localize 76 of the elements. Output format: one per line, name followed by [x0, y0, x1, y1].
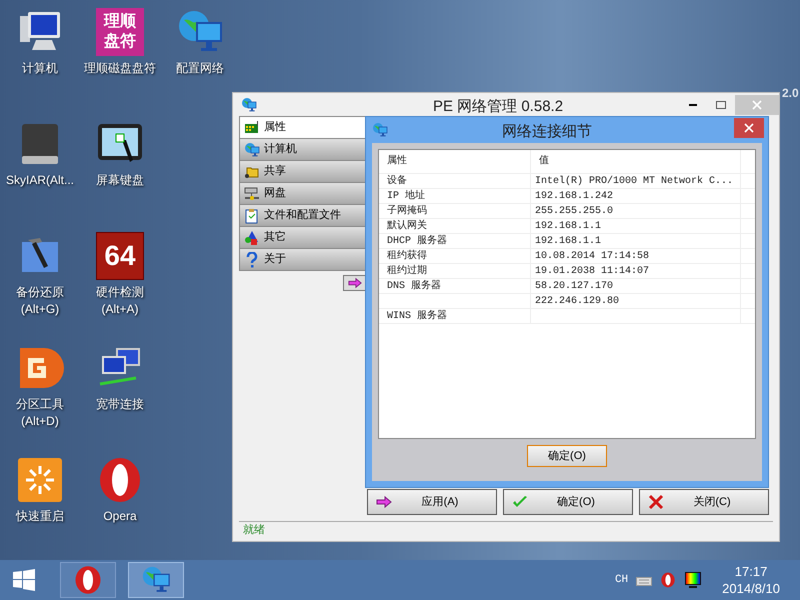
window-title: PE 网络管理 0.58.2 — [433, 97, 564, 117]
shapes-icon — [244, 230, 260, 246]
wallpaper-text: 2.0 — [782, 86, 799, 100]
nav-item[interactable]: 文件和配置文件 — [239, 204, 367, 227]
app-logo: 理顺 盘符 — [96, 8, 144, 56]
table-cell-text: 10.08.2014 17:14:58 — [535, 250, 650, 264]
globe-monitor-icon — [372, 122, 388, 138]
table-cell-text: 192.168.1.242 — [535, 190, 614, 204]
keyboard-icon[interactable] — [636, 574, 652, 586]
language-indicator[interactable]: CH — [614, 572, 628, 588]
taskbar-app[interactable] — [128, 562, 184, 598]
nav-item[interactable]: 计算机 — [239, 138, 367, 161]
checkmark-icon — [512, 494, 528, 510]
table-cell-text: Intel(R) PRO/1000 MT Network C... — [535, 174, 734, 188]
next-button[interactable] — [343, 275, 367, 291]
table-cell-text: DNS 服务器 — [387, 279, 442, 294]
arrow-icon — [348, 276, 362, 290]
desktop-icon-label[interactable]: 备份还原 (Alt+G) — [16, 284, 64, 318]
desktop-icon-label[interactable]: 理顺磁盘盘符 — [84, 60, 156, 77]
opera-icon — [660, 572, 676, 588]
desktop-icon-label[interactable]: 分区工具 (Alt+D) — [16, 396, 64, 430]
dialog-button[interactable]: 关闭(C) — [639, 489, 769, 515]
status-bar: 就绪 — [239, 521, 773, 539]
arrow-icon — [376, 494, 392, 510]
table-cell-text: 58.20.127.170 — [535, 280, 614, 294]
taskbar-app[interactable] — [60, 562, 116, 598]
table-cell: 租约获得 — [387, 248, 427, 264]
table-cell-text: 设备 — [387, 174, 407, 188]
close-icon — [648, 494, 664, 510]
clock-time[interactable]: 17:17 — [734, 563, 768, 580]
column-header[interactable]: 属性 — [379, 150, 531, 173]
close-icon — [744, 123, 754, 133]
table-cell-text: 222.246.129.80 — [535, 294, 620, 308]
ok-button[interactable]: 确定(O) — [527, 445, 607, 467]
desktop-icon-label[interactable]: 配置网络 — [176, 60, 224, 77]
globe-monitor-icon — [141, 565, 171, 595]
server-icon — [244, 186, 260, 202]
table-cell-text: 子网掩码 — [387, 204, 427, 218]
windows-logo-icon — [13, 569, 35, 591]
table-cell-text: WINS 服务器 — [387, 309, 448, 324]
nav-item[interactable]: 属性 — [239, 116, 367, 139]
dialog-button[interactable]: 应用(A) — [367, 489, 497, 515]
table-cell-text: 255.255.255.0 — [535, 204, 614, 218]
nav-item[interactable]: 共享 — [239, 160, 367, 183]
clipboard-icon — [244, 208, 260, 224]
opera-icon — [73, 565, 103, 595]
clock-date[interactable]: 2014/8/10 — [722, 580, 780, 597]
column-header[interactable]: 值 — [531, 150, 741, 173]
globe-monitor-icon — [241, 97, 257, 113]
table-cell: IP 地址 — [387, 188, 426, 204]
table-cell-text: 19.01.2038 11:14:07 — [535, 264, 650, 278]
desktop-icon-label[interactable]: Opera — [103, 508, 137, 525]
burst-icon — [16, 456, 64, 504]
nav-item[interactable]: 关于 — [239, 248, 367, 271]
dialog-button[interactable]: 确定(O) — [503, 489, 633, 515]
close-icon — [752, 100, 762, 110]
table-cell-text: 192.168.1.1 — [535, 234, 602, 248]
app-logo: 64 — [96, 232, 144, 280]
desktop-icon-label[interactable]: 屏幕键盘 — [96, 172, 144, 189]
table-cell-text: 192.168.1.1 — [535, 220, 602, 234]
help-icon — [244, 252, 260, 268]
desktop-icon-label[interactable]: 宽带连接 — [96, 396, 144, 413]
network-card-icon — [244, 120, 260, 136]
nav-item[interactable]: 其它 — [239, 226, 367, 249]
table-cell: 默认网关 — [387, 218, 427, 234]
nav-item[interactable]: 网盘 — [239, 182, 367, 205]
color-monitor-icon[interactable] — [684, 571, 702, 589]
desktop-icon-label[interactable]: 快速重启 — [16, 508, 64, 525]
dialog-title: 网络连接细节 — [502, 122, 592, 142]
close-button[interactable] — [734, 118, 764, 138]
desktop-icon-label[interactable]: SkyIAR(Alt... — [6, 172, 74, 189]
desktop-icon-label[interactable]: 硬件检测 (Alt+A) — [96, 284, 144, 318]
desktop-icon-label[interactable]: 计算机 — [22, 60, 58, 77]
globe-monitor-icon — [244, 142, 260, 158]
table-cell-text: DHCP 服务器 — [387, 234, 448, 248]
table-cell: 租约过期 — [387, 264, 427, 278]
